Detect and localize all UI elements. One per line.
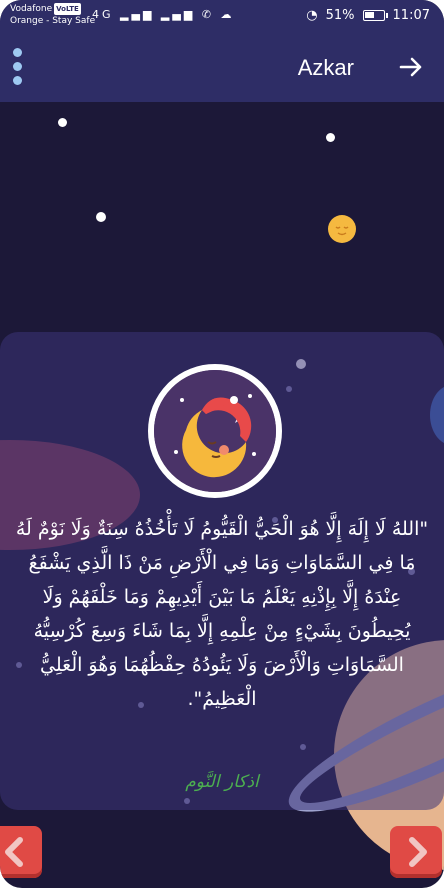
sleeping-moon-icon <box>148 364 282 498</box>
volte-badge: VoLTE <box>54 3 81 15</box>
carrier-name: Vodafone <box>10 4 53 14</box>
star <box>96 212 106 222</box>
small-moon-icon <box>328 215 356 243</box>
battery-percent: 51% <box>325 8 355 23</box>
data-saver-icon: ◔ <box>306 8 318 23</box>
next-button[interactable] <box>390 826 442 878</box>
star <box>326 133 335 142</box>
network-type: 4G <box>92 8 114 21</box>
signal-icon-2: ▂▄▆ <box>160 8 196 21</box>
arrow-right-icon[interactable] <box>398 54 424 80</box>
clock: 11:07 <box>392 8 430 23</box>
chevron-right-icon <box>409 837 427 867</box>
status-right: ◔ 51% 11:07 <box>306 8 430 23</box>
more-vert-icon[interactable] <box>13 48 23 90</box>
battery-fill <box>364 12 374 18</box>
battery-icon <box>362 10 388 21</box>
signal-icon: ▂▄▆ <box>120 8 155 21</box>
notification-icon: ☁ <box>220 8 235 21</box>
notification-icons: 4G ▂▄▆ ▂▄▆ ✆ ☁ <box>92 8 235 21</box>
zekr-text: "اللهُ لَا إِلَهَ إِلَّا هُوَ الْحَيُّ ا… <box>15 518 429 710</box>
chevron-left-icon <box>5 837 23 867</box>
app-title: Azkar <box>297 55 354 80</box>
app-screen: Vodafone VoLTE Orange - Stay Safe 4G ▂▄▆ … <box>0 0 444 888</box>
status-bar: Vodafone VoLTE Orange - Stay Safe 4G ▂▄▆ … <box>0 0 444 34</box>
zekr-source-label: اذكار النَّوم <box>185 772 259 792</box>
app-bar: Azkar <box>0 34 444 102</box>
star <box>58 118 67 127</box>
missed-call-icon: ✆ <box>201 8 215 21</box>
carrier-info: Vodafone VoLTE Orange - Stay Safe <box>10 3 95 27</box>
carrier-secondary: Orange - Stay Safe <box>10 16 96 26</box>
previous-button[interactable] <box>0 826 42 878</box>
